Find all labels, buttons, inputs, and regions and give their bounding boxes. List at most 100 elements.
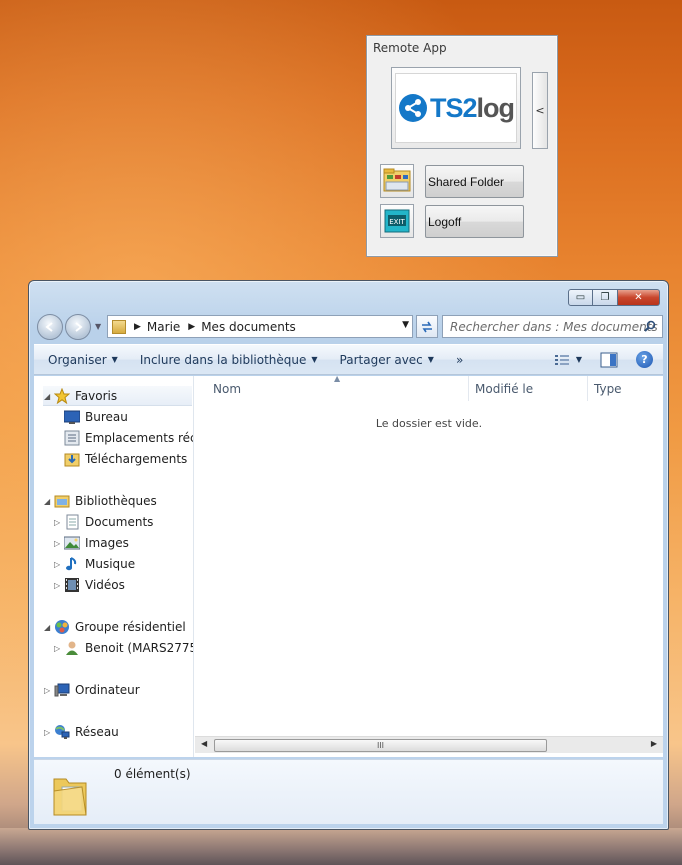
refresh-button[interactable] bbox=[416, 315, 438, 338]
nav-item-computer[interactable]: ▷ Ordinateur bbox=[44, 680, 140, 700]
more-commands-button[interactable]: » bbox=[456, 353, 463, 367]
preview-pane-icon[interactable] bbox=[600, 352, 618, 368]
svg-text:EXIT: EXIT bbox=[389, 218, 405, 226]
file-list-pane: ▲ Nom Modifié le Type Le dossier est vid… bbox=[195, 374, 663, 757]
nav-label-favorites: Favoris bbox=[75, 389, 118, 403]
scroll-right-icon[interactable]: ▶ bbox=[651, 739, 657, 748]
maximize-button[interactable]: ❐ bbox=[593, 289, 618, 306]
help-icon[interactable]: ? bbox=[636, 351, 653, 368]
expanded-arrow-icon[interactable]: ◢ bbox=[44, 392, 54, 401]
collapsed-arrow-icon[interactable]: ▷ bbox=[44, 686, 54, 695]
nav-item-music[interactable]: ▷ Musique bbox=[54, 554, 135, 574]
collapsed-arrow-icon[interactable]: ▷ bbox=[54, 560, 64, 569]
remote-app-panel: Remote App TS2 log < Shared Folder EXIT … bbox=[366, 35, 558, 257]
shared-folder-button[interactable]: Shared Folder bbox=[425, 165, 524, 198]
logoff-icon-button[interactable]: EXIT bbox=[380, 204, 414, 238]
collapsed-arrow-icon[interactable]: ▷ bbox=[54, 644, 64, 653]
chevron-right-icon[interactable]: ▶ bbox=[134, 322, 141, 332]
scroll-left-icon[interactable]: ◀ bbox=[201, 739, 207, 748]
expanded-arrow-icon[interactable]: ◢ bbox=[44, 497, 54, 506]
address-bar[interactable]: ▶ Marie ▶ Mes documents ▼ bbox=[107, 315, 413, 338]
nav-label-desktop: Bureau bbox=[85, 410, 128, 424]
network-icon bbox=[55, 725, 70, 739]
share-logo-icon bbox=[398, 94, 427, 122]
remote-app-title: Remote App bbox=[373, 41, 447, 55]
include-in-library-menu[interactable]: Inclure dans la bibliothèque ▼ bbox=[140, 353, 318, 367]
chevron-down-icon: ▼ bbox=[311, 355, 318, 364]
nav-label-computer: Ordinateur bbox=[75, 683, 140, 697]
ts2log-logo-button[interactable]: TS2 log bbox=[391, 67, 521, 149]
music-icon bbox=[66, 557, 77, 571]
column-header-name[interactable]: ▲ Nom bbox=[195, 374, 469, 401]
shared-folder-icon bbox=[383, 168, 411, 192]
explorer-content: ◢ Favoris Bureau Emplacements récents Té… bbox=[34, 374, 663, 757]
chevron-right-icon[interactable]: ▶ bbox=[188, 322, 195, 332]
nav-label-homegroup-user: Benoit (MARS27750) bbox=[85, 641, 193, 655]
caption-buttons: ▭ ❐ ✕ bbox=[568, 289, 660, 306]
recent-pages-dropdown[interactable]: ▼ bbox=[95, 322, 101, 331]
sort-ascending-icon: ▲ bbox=[334, 374, 341, 383]
back-button[interactable] bbox=[37, 314, 63, 340]
nav-label-homegroup: Groupe résidentiel bbox=[75, 620, 186, 634]
command-bar: Organiser ▼ Inclure dans la bibliothèque ▼… bbox=[34, 344, 663, 375]
toolbar-right: ▼ ? bbox=[554, 351, 653, 368]
logo-text-ts2: TS2 bbox=[429, 92, 478, 123]
nav-item-recent-places[interactable]: Emplacements récents bbox=[64, 428, 193, 448]
logoff-button[interactable]: Logoff bbox=[425, 205, 524, 238]
downloads-folder-icon bbox=[64, 453, 80, 467]
nav-item-homegroup-user[interactable]: ▷ Benoit (MARS27750) bbox=[54, 638, 193, 658]
nav-item-images[interactable]: ▷ Images bbox=[54, 533, 129, 553]
nav-item-documents[interactable]: ▷ Documents bbox=[54, 512, 153, 532]
nav-item-videos[interactable]: ▷ Vidéos bbox=[54, 575, 125, 595]
breadcrumb-item-marie[interactable]: Marie bbox=[147, 320, 180, 334]
search-input[interactable]: Rechercher dans : Mes documents bbox=[442, 315, 663, 338]
collapsed-arrow-icon[interactable]: ▷ bbox=[54, 581, 64, 590]
star-icon bbox=[54, 388, 70, 404]
include-label: Inclure dans la bibliothèque bbox=[139, 352, 307, 367]
minimize-button[interactable]: ▭ bbox=[568, 289, 593, 306]
nav-label-libraries: Bibliothèques bbox=[75, 494, 157, 508]
folder-icon bbox=[112, 319, 126, 334]
folder-large-icon bbox=[53, 778, 87, 816]
nav-item-downloads[interactable]: Téléchargements bbox=[64, 449, 187, 469]
nav-item-homegroup[interactable]: ◢ Groupe résidentiel bbox=[44, 617, 186, 637]
nav-label-documents: Documents bbox=[85, 515, 154, 529]
organise-menu[interactable]: Organiser ▼ bbox=[48, 353, 118, 367]
column-header-type[interactable]: Type bbox=[588, 376, 663, 401]
nav-label-downloads: Téléchargements bbox=[85, 452, 188, 466]
close-button[interactable]: ✕ bbox=[618, 289, 660, 306]
collapsed-arrow-icon[interactable]: ▷ bbox=[54, 539, 64, 548]
organise-label: Organiser bbox=[48, 352, 107, 367]
search-icon[interactable] bbox=[644, 320, 656, 332]
chevron-down-icon: ▼ bbox=[427, 355, 434, 364]
documents-icon bbox=[66, 514, 79, 530]
user-icon bbox=[66, 641, 78, 655]
forward-arrow-icon bbox=[75, 322, 83, 332]
horizontal-scrollbar[interactable]: ◀ III ▶ bbox=[195, 736, 663, 753]
column-header-modified[interactable]: Modifié le bbox=[469, 376, 588, 401]
collapsed-arrow-icon[interactable]: ▷ bbox=[54, 518, 64, 527]
expanded-arrow-icon[interactable]: ◢ bbox=[44, 623, 54, 632]
nav-item-network[interactable]: ▷ Réseau bbox=[44, 722, 119, 742]
view-dropdown-icon[interactable]: ▼ bbox=[576, 355, 582, 364]
videos-icon bbox=[65, 578, 79, 592]
details-pane: 0 élément(s) bbox=[34, 759, 663, 824]
view-options-icon[interactable] bbox=[554, 353, 572, 367]
refresh-icon bbox=[422, 321, 432, 332]
empty-folder-message: Le dossier est vide. bbox=[375, 417, 483, 430]
nav-item-libraries[interactable]: ◢ Bibliothèques bbox=[44, 491, 157, 511]
navigation-bar: ▼ ▶ Marie ▶ Mes documents ▼ Rechercher d… bbox=[37, 314, 663, 340]
libraries-icon bbox=[54, 495, 70, 508]
nav-item-favorites[interactable]: ◢ Favoris bbox=[44, 386, 117, 406]
collapse-panel-button[interactable]: < bbox=[532, 72, 548, 149]
nav-item-desktop[interactable]: Bureau bbox=[64, 407, 128, 427]
breadcrumb-item-mes-documents[interactable]: Mes documents bbox=[201, 320, 296, 334]
forward-button[interactable] bbox=[65, 314, 91, 340]
collapsed-arrow-icon[interactable]: ▷ bbox=[44, 728, 54, 737]
scrollbar-thumb[interactable]: III bbox=[214, 739, 547, 752]
exit-icon: EXIT bbox=[384, 209, 410, 233]
shared-folder-icon-button[interactable] bbox=[380, 164, 414, 198]
share-with-menu[interactable]: Partager avec ▼ bbox=[340, 353, 434, 367]
address-dropdown-icon[interactable]: ▼ bbox=[402, 320, 409, 330]
images-icon bbox=[64, 536, 80, 550]
